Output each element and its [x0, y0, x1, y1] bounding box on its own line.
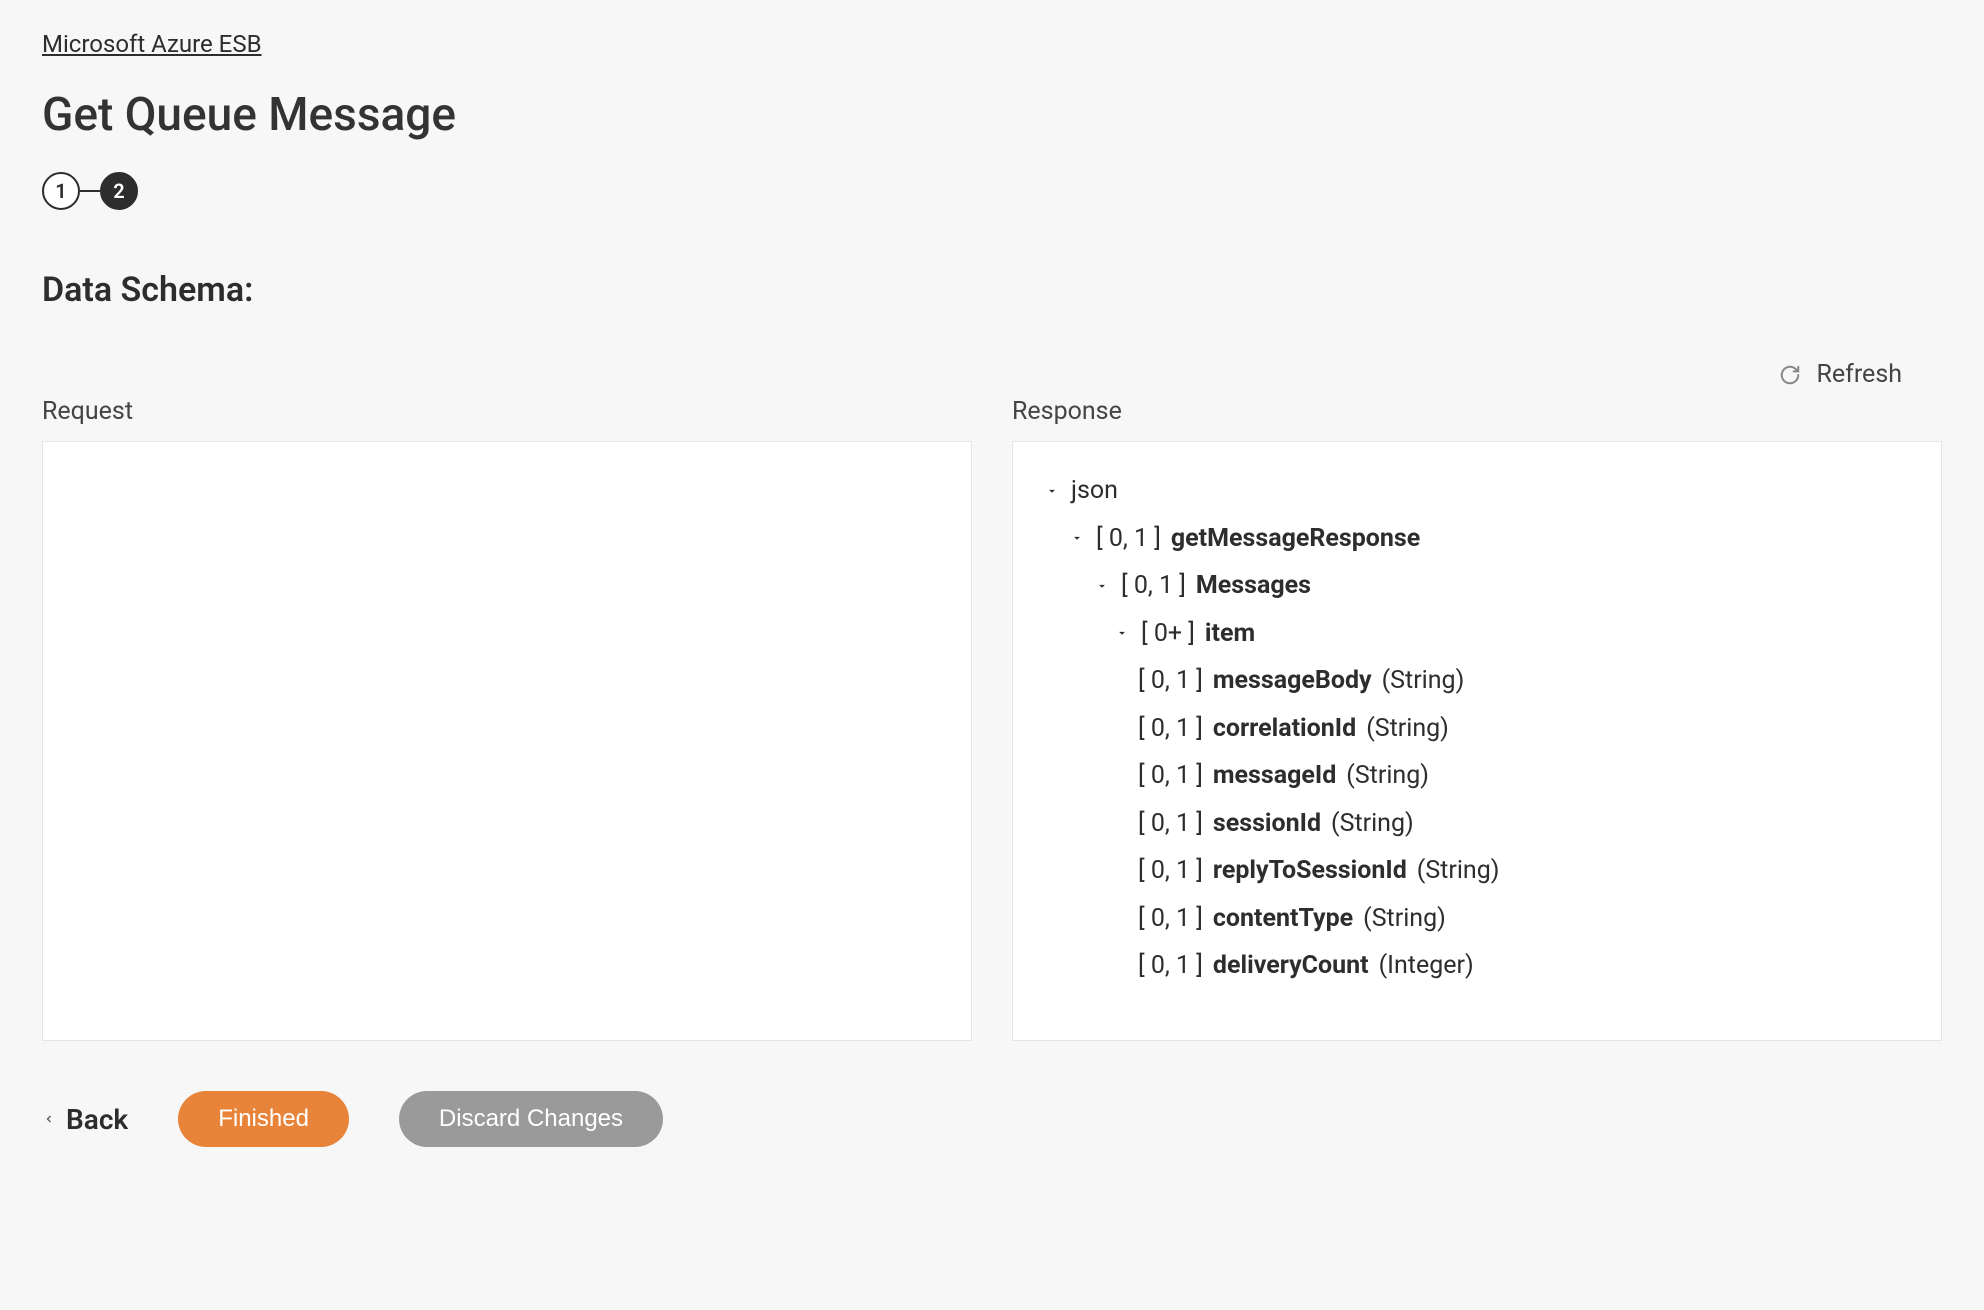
- step-2[interactable]: 2: [100, 172, 138, 210]
- footer-actions: Back Finished Discard Changes: [42, 1091, 1942, 1147]
- tree-node-name: item: [1205, 610, 1255, 658]
- refresh-label[interactable]: Refresh: [1816, 360, 1902, 389]
- tree-node[interactable]: [ 0+ ] item: [1043, 610, 1911, 658]
- response-panel-label: Response: [1012, 397, 1942, 426]
- tree-node: [ 0, 1 ] messageId (String): [1043, 752, 1911, 800]
- tree-cardinality: [ 0, 1 ]: [1096, 515, 1161, 563]
- section-heading: Data Schema:: [42, 270, 1942, 310]
- tree-cardinality: [ 0, 1 ]: [1121, 562, 1186, 610]
- tree-node-name: getMessageResponse: [1171, 515, 1420, 563]
- tree-cardinality: [ 0, 1 ]: [1138, 942, 1203, 990]
- tree-node: [ 0, 1 ] replyToSessionId (String): [1043, 847, 1911, 895]
- tree-node: [ 0, 1 ] contentType (String): [1043, 895, 1911, 943]
- tree-node: [ 0, 1 ] correlationId (String): [1043, 705, 1911, 753]
- tree-node[interactable]: [ 0, 1 ] Messages: [1043, 562, 1911, 610]
- tree-node: [ 0, 1 ] sessionId (String): [1043, 800, 1911, 848]
- tree-node: [ 0, 1 ] deliveryCount (Integer): [1043, 942, 1911, 990]
- tree-cardinality: [ 0, 1 ]: [1138, 705, 1203, 753]
- tree-node-type: (String): [1366, 705, 1449, 753]
- breadcrumb-link[interactable]: Microsoft Azure ESB: [42, 30, 262, 58]
- tree-cardinality: [ 0, 1 ]: [1138, 800, 1203, 848]
- tree-node-label: json: [1071, 467, 1118, 515]
- tree-node-type: (String): [1382, 657, 1465, 705]
- tree-node-type: (String): [1417, 847, 1500, 895]
- back-button[interactable]: Back: [42, 1103, 128, 1136]
- page-title: Get Queue Message: [42, 88, 1942, 142]
- tree-node-type: (Integer): [1379, 942, 1474, 990]
- tree-node-name: deliveryCount: [1213, 942, 1369, 990]
- finished-button[interactable]: Finished: [178, 1091, 349, 1147]
- chevron-down-icon[interactable]: [1113, 624, 1131, 642]
- response-panel: json [ 0, 1 ] getMessageResponse [ 0, 1 …: [1012, 441, 1942, 1041]
- tree-node-name: sessionId: [1213, 800, 1321, 848]
- tree-node-type: (String): [1346, 752, 1429, 800]
- tree-node-name: contentType: [1213, 895, 1353, 943]
- chevron-left-icon: [42, 1112, 56, 1126]
- tree-node[interactable]: [ 0, 1 ] getMessageResponse: [1043, 515, 1911, 563]
- tree-cardinality: [ 0, 1 ]: [1138, 752, 1203, 800]
- tree-node: [ 0, 1 ] messageBody (String): [1043, 657, 1911, 705]
- refresh-icon[interactable]: [1778, 363, 1802, 387]
- tree-cardinality: [ 0, 1 ]: [1138, 657, 1203, 705]
- step-connector: [80, 190, 100, 192]
- chevron-down-icon[interactable]: [1043, 482, 1061, 500]
- discard-changes-button[interactable]: Discard Changes: [399, 1091, 663, 1147]
- tree-node-type: (String): [1331, 800, 1414, 848]
- chevron-down-icon[interactable]: [1068, 529, 1086, 547]
- tree-node-type: (String): [1363, 895, 1446, 943]
- schema-tree: json [ 0, 1 ] getMessageResponse [ 0, 1 …: [1043, 467, 1911, 990]
- tree-cardinality: [ 0, 1 ]: [1138, 895, 1203, 943]
- tree-node-name: messageBody: [1213, 657, 1372, 705]
- back-label: Back: [66, 1103, 128, 1136]
- tree-cardinality: [ 0+ ]: [1141, 610, 1195, 658]
- tree-node-name: messageId: [1213, 752, 1336, 800]
- step-1[interactable]: 1: [42, 172, 80, 210]
- tree-cardinality: [ 0, 1 ]: [1138, 847, 1203, 895]
- tree-node[interactable]: json: [1043, 467, 1911, 515]
- stepper: 1 2: [42, 172, 1942, 210]
- tree-node-name: replyToSessionId: [1213, 847, 1407, 895]
- chevron-down-icon[interactable]: [1093, 577, 1111, 595]
- tree-node-name: correlationId: [1213, 705, 1356, 753]
- request-panel-label: Request: [42, 397, 972, 426]
- request-panel: [42, 441, 972, 1041]
- tree-node-name: Messages: [1196, 562, 1311, 610]
